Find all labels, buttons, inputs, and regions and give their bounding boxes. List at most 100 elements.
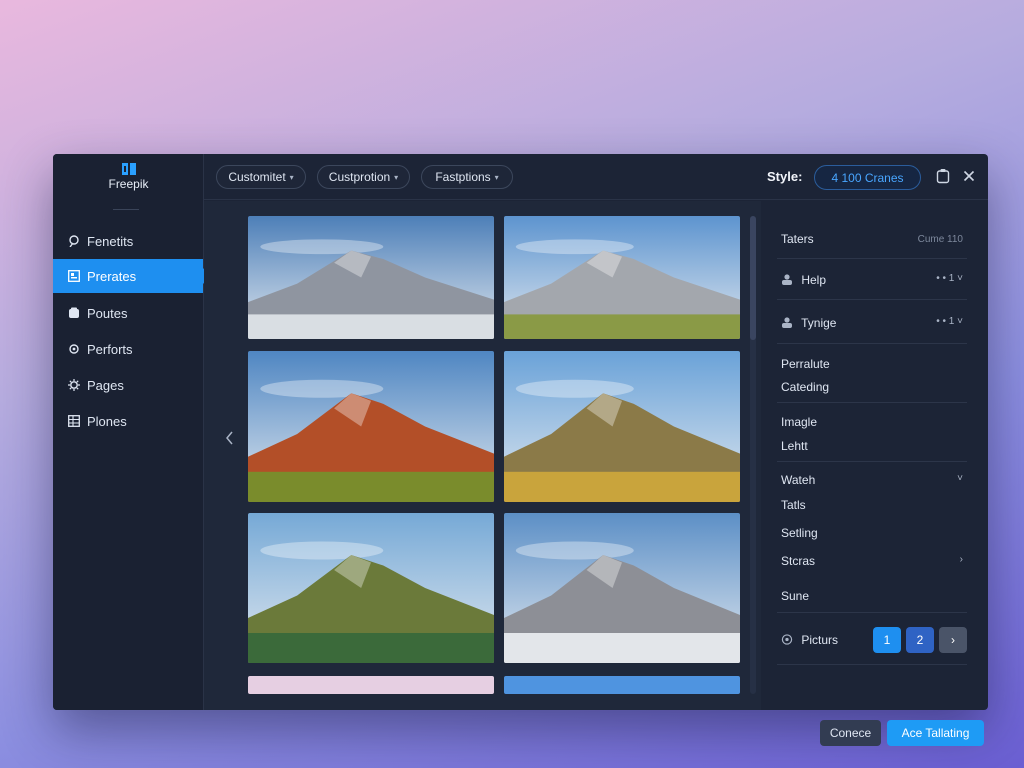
sidebar-item-label: Fenetits [87, 233, 134, 249]
filter-dropdown-fastptions[interactable]: Fastptions ▾ [421, 165, 513, 189]
divider [777, 299, 967, 300]
chevron-left-icon[interactable] [224, 431, 236, 445]
chevron-down-icon: ▾ [289, 172, 294, 182]
chevron-right-icon: › [959, 554, 963, 565]
credits-button[interactable]: 4 100 Cranes [814, 165, 921, 190]
panel-meta: Cume 110 [917, 234, 963, 245]
panel-option[interactable]: Perralute [781, 357, 967, 371]
divider [777, 258, 967, 259]
mountain-image [248, 351, 494, 502]
page-button-1[interactable]: 1 [873, 627, 901, 653]
panel-row-label: Tynige [801, 316, 837, 330]
image-thumbnail-rocky-summit[interactable] [504, 513, 740, 663]
pagination: Picturs 1 2 › [781, 627, 967, 653]
divider [777, 402, 967, 403]
page-number: 1 [883, 633, 891, 647]
filter-label: Customitet [228, 170, 286, 184]
image-thumbnail-partial[interactable] [248, 676, 494, 694]
chevron-down-icon: ˅ [957, 473, 963, 484]
user-icon [782, 274, 792, 285]
chevron-down-icon: ▾ [394, 172, 399, 182]
page-number: 2 [916, 633, 924, 647]
brand[interactable]: Freepik [53, 160, 204, 191]
sidebar-item-poutes[interactable]: Poutes [53, 296, 204, 330]
filter-label: Fastptions [435, 170, 491, 184]
settings-panel: Taters Cume 110 Help • • 1 ˅ Tynige • • … [771, 201, 988, 710]
filter-dropdown-custprotion[interactable]: Custprotion ▾ [317, 165, 410, 189]
sidebar-item-label: Perforts [87, 341, 133, 357]
panel-list-item-tatls[interactable]: Tatls [781, 498, 967, 512]
picture-icon [781, 634, 793, 645]
divider [777, 461, 967, 462]
panel-row-tynige[interactable]: Tynige • • 1 ˅ [781, 316, 967, 330]
panel-row-label: Help [801, 273, 827, 287]
panel-title: Taters [781, 232, 814, 246]
sidebar-item-fenetits[interactable]: Fenetits [53, 224, 204, 258]
divider [113, 209, 139, 210]
search-user-icon [69, 235, 79, 247]
panel-option[interactable]: Cateding [781, 380, 967, 394]
chevron-down-icon: ▾ [494, 172, 499, 182]
style-label: Style: [767, 169, 803, 184]
page-button-2[interactable]: 2 [906, 627, 934, 653]
gear-icon [69, 344, 79, 354]
panel-list-item-wateh[interactable]: Wateh ˅ [781, 473, 967, 487]
toolbar: Customitet ▾ Custprotion ▾ Fastptions ▾ … [204, 154, 988, 200]
scrollbar-thumb[interactable] [750, 216, 756, 340]
sidebar-item-prerates[interactable]: Prerates [53, 259, 210, 293]
sidebar-item-label: Poutes [87, 305, 128, 321]
brand-name: Freepik [108, 177, 149, 191]
gallery-icon [68, 270, 80, 282]
image-thumbnail-red-rock-hill[interactable] [248, 351, 494, 502]
mountain-image [248, 513, 494, 663]
divider [777, 343, 967, 344]
next-page-button[interactable]: › [939, 627, 967, 653]
panel-option[interactable]: Lehtt [781, 439, 967, 453]
sidebar-item-plones[interactable]: Plones [53, 404, 204, 438]
panel-list-label: Wateh [781, 473, 816, 487]
row-dropdown-value[interactable]: • • 1 ˅ [936, 273, 963, 284]
panel-list-item-stcras[interactable]: Stcras › [781, 554, 967, 568]
close-icon[interactable] [961, 168, 977, 184]
gallery [204, 201, 761, 710]
confirm-button[interactable]: Ace Tallating [887, 720, 984, 746]
mountain-image [504, 513, 740, 663]
mountain-image [504, 351, 740, 502]
clipboard-icon[interactable] [935, 168, 951, 184]
row-dropdown-value[interactable]: • • 1 ˅ [936, 316, 963, 327]
image-thumbnail-snow-mountain-sunset[interactable] [248, 216, 494, 339]
image-thumbnail-green-peak[interactable] [248, 513, 494, 663]
sidebar: Freepik Fenetits Prerates Poutes Perfort… [53, 154, 210, 710]
image-thumbnail-snow-mountain-meadow[interactable] [504, 216, 740, 339]
sidebar-item-label: Prerates [87, 268, 137, 284]
mountain-image [248, 216, 494, 339]
panel-header: Taters Cume 110 [781, 232, 967, 246]
divider [777, 664, 967, 665]
panel-list-label: Sune [781, 589, 810, 603]
pagination-label: Picturs [801, 633, 839, 647]
filter-dropdown-customitet[interactable]: Customitet ▾ [216, 165, 306, 189]
panel-option[interactable]: Imagle [781, 415, 967, 429]
user-icon [782, 317, 792, 328]
scrollbar[interactable] [750, 216, 756, 694]
app-window: Freepik Fenetits Prerates Poutes Perfort… [53, 154, 988, 710]
credits-label: 4 100 Cranes [831, 170, 904, 185]
sidebar-item-label: Plones [87, 413, 127, 429]
panel-list-label: Tatls [781, 498, 806, 512]
chevron-right-icon: › [951, 633, 955, 647]
pagination-label-wrap: Picturs [781, 633, 838, 647]
settings-cog-icon [68, 379, 80, 391]
sidebar-item-label: Pages [87, 377, 124, 393]
image-thumbnail-partial[interactable] [504, 676, 740, 694]
mountain-image [504, 216, 740, 339]
cancel-button[interactable]: Conece [820, 720, 881, 746]
sidebar-item-pages[interactable]: Pages [53, 368, 204, 402]
cancel-label: Conece [829, 726, 872, 740]
image-thumbnail-mesa-grassland[interactable] [504, 351, 740, 502]
panel-list-item-sune[interactable]: Sune [781, 589, 967, 603]
panel-row-help[interactable]: Help • • 1 ˅ [781, 273, 967, 287]
sidebar-item-perforts[interactable]: Perforts [53, 332, 204, 366]
filter-label: Custprotion [328, 170, 391, 184]
confirm-label: Ace Tallating [901, 726, 970, 740]
panel-list-item-setling[interactable]: Setling [781, 526, 967, 540]
